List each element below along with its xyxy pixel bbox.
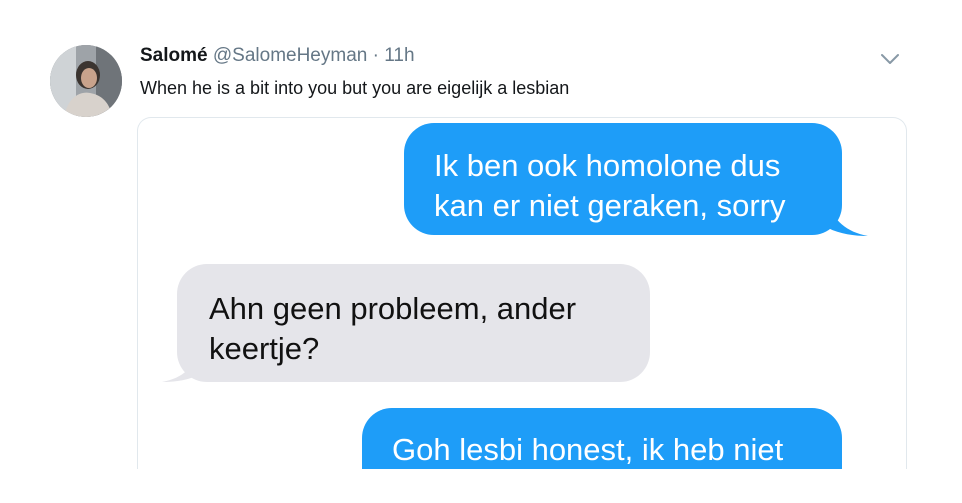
message-line: Ahn geen probleem, ander [209,291,577,326]
avatar[interactable] [50,45,122,117]
message-line: Goh lesbi honest, ik heb niet [392,432,784,467]
tweet-timestamp[interactable]: 11h [384,45,414,66]
message-bubble-sent: Ik ben ook homolone dus kan er niet gera… [404,123,842,235]
header-separator: · [372,45,379,66]
tweet-header: Salomé @SalomeHeyman · 11h [140,44,415,68]
author-handle[interactable]: @SalomeHeyman [213,45,367,66]
tweet-text: When he is a bit into you but you are ei… [140,78,570,98]
tweet-media-image[interactable]: Ik ben ook homolone dus kan er niet gera… [137,117,907,469]
avatar-image [50,45,122,117]
message-line: kan er niet geraken, sorry [434,188,786,223]
message-line: Ik ben ook homolone dus [434,148,781,183]
author-name[interactable]: Salomé [140,45,208,66]
message-line: keertje? [209,331,320,366]
message-bubble-received: Ahn geen probleem, ander keertje? [177,264,650,382]
chevron-down-icon[interactable] [880,52,900,66]
message-bubble-sent: Goh lesbi honest, ik heb niet [362,408,842,469]
tweet: Salomé @SalomeHeyman · 11h When he is a … [0,0,962,503]
